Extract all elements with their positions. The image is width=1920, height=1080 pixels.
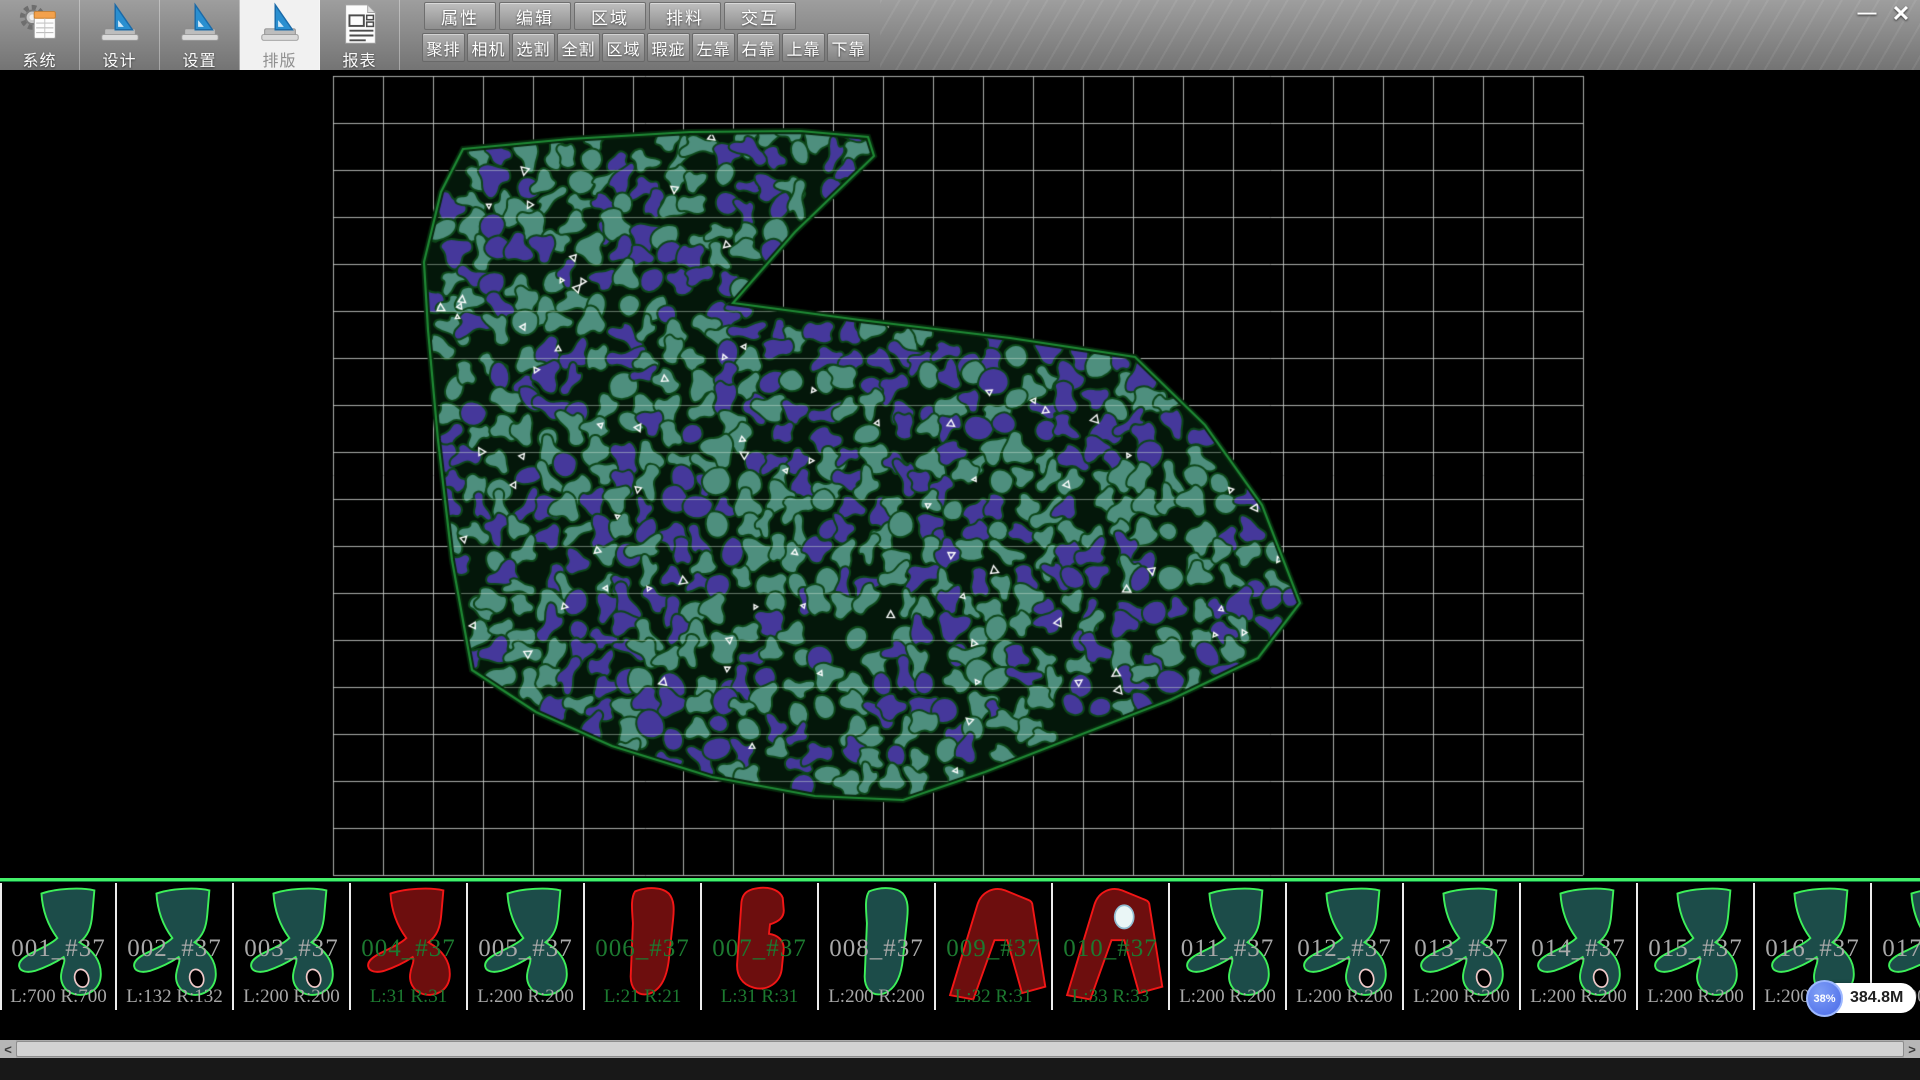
ruler-icon (97, 1, 143, 47)
piece-shape (1170, 883, 1287, 1010)
toolbar-item-report[interactable]: 报表 (320, 0, 400, 70)
piece-thumbnail-11[interactable]: 011_#37L:200 R:200 (1170, 883, 1287, 1010)
ribbon-button-region[interactable]: 区域 (602, 33, 645, 62)
tab-properties[interactable]: 属性 (424, 2, 496, 30)
ribbon-button-snap-right[interactable]: 右靠 (737, 33, 780, 62)
toolbar-item-system[interactable]: 系统 (0, 0, 80, 70)
piece-thumbnail-12[interactable]: 012_#37L:200 R:200 (1287, 883, 1404, 1010)
window-controls: — ✕ (1852, 2, 1916, 26)
toolbar-item-label: 排版 (262, 47, 296, 71)
ribbon-button-select-cut[interactable]: 选割 (512, 33, 555, 62)
piece-shape (702, 883, 819, 1010)
scroll-left-arrow[interactable]: < (0, 1040, 16, 1058)
horizontal-scrollbar[interactable]: < > (0, 1040, 1920, 1058)
piece-thumbnails: 001_#37L:700 R:700002_#37L:132 R:132003_… (0, 883, 1920, 1010)
piece-thumbnail-6[interactable]: 006_#37L:21 R:21 (585, 883, 702, 1010)
ribbon-button-defect[interactable]: 瑕疵 (647, 33, 690, 62)
toolbar-item-label: 设置 (182, 47, 216, 71)
piece-hole (1115, 905, 1134, 928)
piece-thumbnail-8[interactable]: 008_#37L:200 R:200 (819, 883, 936, 1010)
ribbon-button-cluster-nest[interactable]: 聚排 (422, 33, 465, 62)
titlebar: 系统 设计 设置 排版 报表 属性编辑区域排料交互 聚排相机选割全割区域瑕疵左靠… (0, 0, 1920, 70)
progress-percent: 38% (1806, 980, 1843, 1017)
piece-thumbnail-1[interactable]: 001_#37L:700 R:700 (0, 883, 117, 1010)
piece-shape (468, 883, 585, 1010)
pieces-strip: 001_#37L:700 R:700002_#37L:132 R:132003_… (0, 878, 1920, 1040)
ribbon-button-snap-bottom[interactable]: 下靠 (827, 33, 870, 62)
ruler-icon (177, 1, 223, 47)
piece-thumbnail-10[interactable]: 010_#37L:33 R:33 (1053, 883, 1170, 1010)
piece-thumbnail-13[interactable]: 013_#37L:200 R:200 (1404, 883, 1521, 1010)
scrollbar-thumb[interactable] (16, 1041, 1904, 1057)
ribbon-button-snap-left[interactable]: 左靠 (692, 33, 735, 62)
piece-thumbnail-5[interactable]: 005_#37L:200 R:200 (468, 883, 585, 1010)
piece-thumbnail-15[interactable]: 015_#37L:200 R:200 (1638, 883, 1755, 1010)
piece-shape (351, 883, 468, 1010)
ribbon-button-cut-all[interactable]: 全割 (557, 33, 600, 62)
ribbon-button-snap-top[interactable]: 上靠 (782, 33, 825, 62)
toolbar-item-label: 设计 (102, 47, 136, 71)
piece-shape (819, 883, 936, 1010)
ruler-icon (257, 1, 303, 47)
nesting-canvas[interactable] (0, 70, 1920, 878)
toolbar-item-label: 报表 (342, 47, 376, 71)
toolbar-item-layout[interactable]: 排版 (240, 0, 320, 70)
piece-thumbnail-2[interactable]: 002_#37L:132 R:132 (117, 883, 234, 1010)
close-button[interactable]: ✕ (1886, 2, 1916, 26)
report-icon (337, 1, 383, 47)
piece-shape (585, 883, 702, 1010)
piece-shape (234, 883, 351, 1010)
piece-shape (1521, 883, 1638, 1010)
nesting-canvas-area[interactable] (0, 70, 1920, 878)
system-icon (17, 1, 63, 47)
tab-region[interactable]: 区域 (574, 2, 646, 30)
menu-tabs: 属性编辑区域排料交互 (424, 2, 796, 30)
piece-thumbnail-14[interactable]: 014_#37L:200 R:200 (1521, 883, 1638, 1010)
piece-shape (1638, 883, 1755, 1010)
scroll-right-arrow[interactable]: > (1904, 1040, 1920, 1058)
piece-shape (1287, 883, 1404, 1010)
toolbar-item-design[interactable]: 设计 (80, 0, 160, 70)
ribbon-button-camera[interactable]: 相机 (467, 33, 510, 62)
tab-nesting[interactable]: 排料 (649, 2, 721, 30)
minimize-button[interactable]: — (1852, 2, 1882, 26)
toolbar-item-settings[interactable]: 设置 (160, 0, 240, 70)
app-window: 系统 设计 设置 排版 报表 属性编辑区域排料交互 聚排相机选割全割区域瑕疵左靠… (0, 0, 1920, 1080)
piece-shape (1053, 883, 1170, 1010)
bottom-bar (0, 1058, 1920, 1080)
ribbon-buttons: 聚排相机选割全割区域瑕疵左靠右靠上靠下靠 (422, 33, 870, 62)
piece-thumbnail-4[interactable]: 004_#37L:31 R:31 (351, 883, 468, 1010)
toolbar-item-label: 系统 (22, 47, 56, 71)
piece-thumbnail-9[interactable]: 009_#37L:32 R:31 (936, 883, 1053, 1010)
piece-shape (2, 883, 119, 1010)
tab-edit[interactable]: 编辑 (499, 2, 571, 30)
piece-shape (1404, 883, 1521, 1010)
main-toolbar: 系统 设计 设置 排版 报表 (0, 0, 400, 70)
piece-shape (117, 883, 234, 1010)
piece-shape (936, 883, 1053, 1010)
piece-thumbnail-3[interactable]: 003_#37L:200 R:200 (234, 883, 351, 1010)
tab-interact[interactable]: 交互 (724, 2, 796, 30)
piece-thumbnail-7[interactable]: 007_#37L:31 R:31 (702, 883, 819, 1010)
